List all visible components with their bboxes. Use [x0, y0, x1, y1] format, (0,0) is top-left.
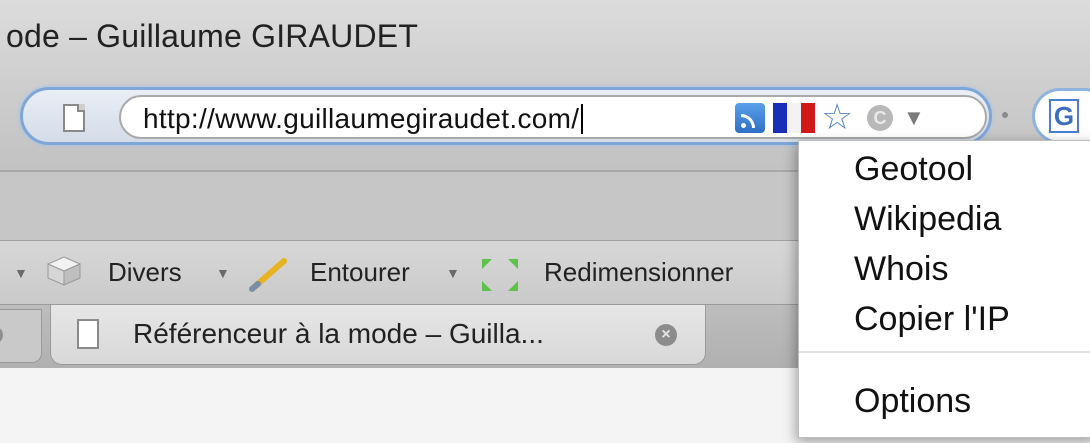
- menu-item-geotool[interactable]: Geotool: [854, 149, 973, 189]
- url-field[interactable]: http://www.guillaumegiraudet.com/ ☆ C ▼: [119, 95, 987, 139]
- redimensionner-button[interactable]: Redimensionner: [544, 255, 733, 289]
- entourer-button[interactable]: Entourer: [310, 255, 410, 289]
- close-icon[interactable]: ×: [655, 324, 677, 346]
- tab-label: Référenceur à la mode – Guilla...: [133, 318, 544, 349]
- menu-item-options[interactable]: Options: [854, 381, 971, 421]
- page-icon: [63, 104, 85, 132]
- bookmark-star-icon[interactable]: ☆: [821, 97, 853, 137]
- pencil-icon: [249, 258, 287, 292]
- close-icon[interactable]: [0, 326, 3, 344]
- chevron-down-icon[interactable]: ▼: [216, 265, 230, 281]
- geotool-dropdown-menu: Geotool Wikipedia Whois Copier l'IP Opti…: [798, 140, 1090, 438]
- rss-feed-icon[interactable]: [735, 103, 765, 133]
- menu-item-wikipedia[interactable]: Wikipedia: [854, 199, 1001, 239]
- divers-button[interactable]: Divers: [108, 255, 182, 289]
- cube-icon: [46, 256, 82, 286]
- page-icon: [77, 319, 99, 349]
- resize-icon: [482, 259, 518, 291]
- search-engine-icon[interactable]: G: [1049, 99, 1079, 133]
- address-bar[interactable]: http://www.guillaumegiraudet.com/ ☆ C ▼: [20, 87, 992, 145]
- chevron-down-icon[interactable]: ▼: [14, 265, 28, 281]
- window-title: ode – Guillaume GIRAUDET: [6, 18, 419, 54]
- menu-item-copier-ip[interactable]: Copier l'IP: [854, 299, 1010, 339]
- text-caret: [581, 104, 584, 134]
- chevron-down-icon[interactable]: ▼: [446, 265, 460, 281]
- url-text[interactable]: http://www.guillaumegiraudet.com/: [143, 103, 584, 135]
- search-box[interactable]: G: [1032, 88, 1090, 144]
- menu-separator: [799, 351, 1090, 353]
- chevron-down-icon[interactable]: ▼: [903, 107, 925, 129]
- france-flag-icon[interactable]: [773, 103, 815, 133]
- title-bar: ode – Guillaume GIRAUDET: [0, 0, 1090, 78]
- toolbar-separator: [1002, 112, 1008, 118]
- menu-item-whois[interactable]: Whois: [854, 249, 948, 289]
- tab-active[interactable]: Référenceur à la mode – Guilla... ×: [50, 305, 706, 365]
- tab-previous[interactable]: [0, 309, 42, 363]
- c-circle-icon[interactable]: C: [867, 105, 893, 131]
- browser-window: ode – Guillaume GIRAUDET http://www.guil…: [0, 0, 1090, 443]
- url-value: http://www.guillaumegiraudet.com/: [143, 103, 580, 134]
